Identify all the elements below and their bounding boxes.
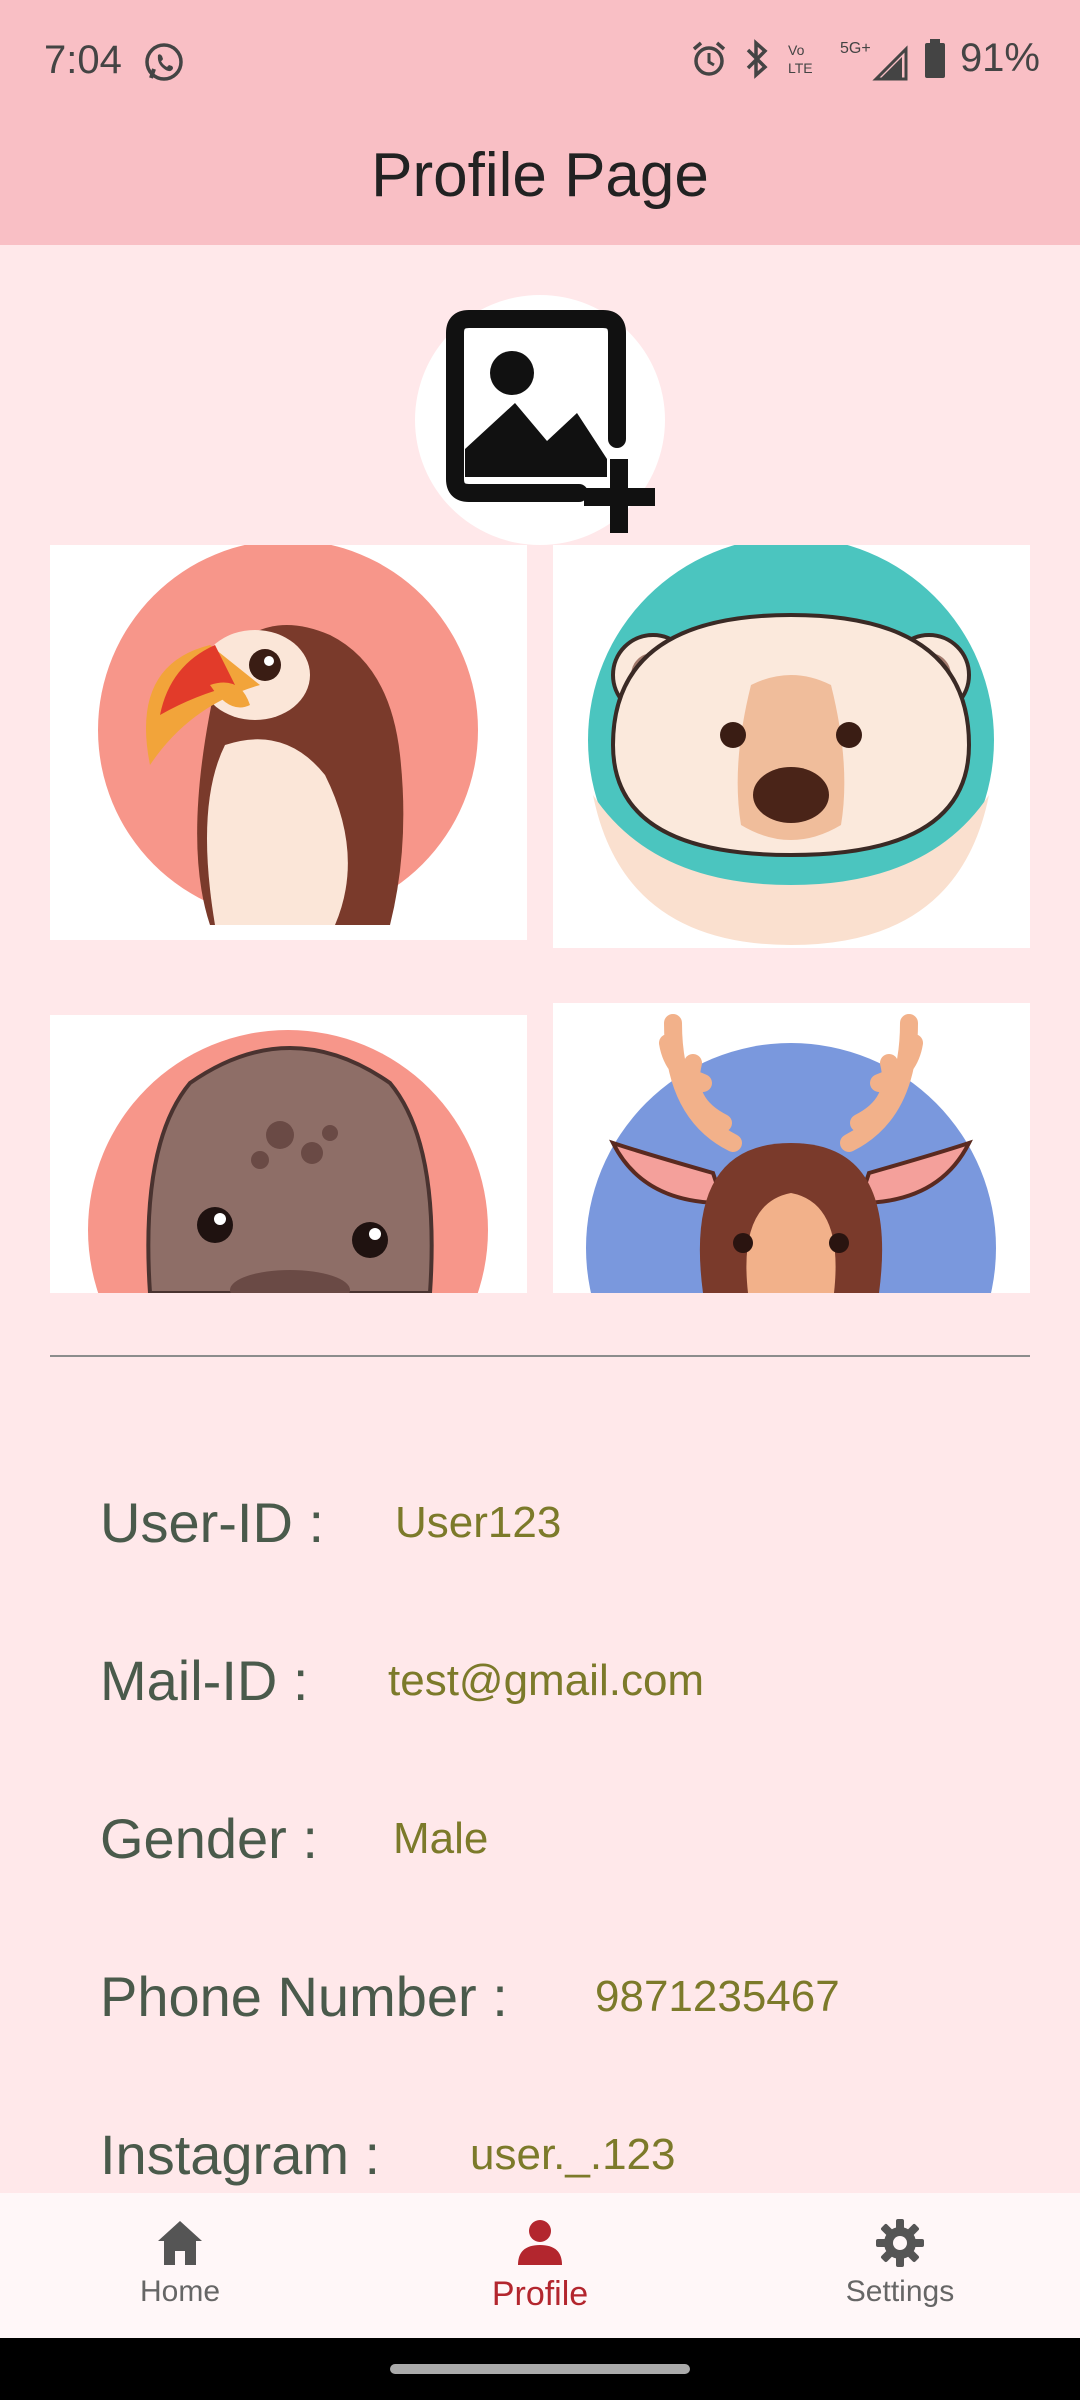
- avatar-option-deer[interactable]: [553, 1003, 1030, 1293]
- status-icons: Vo LTE 5G+ 91%: [690, 36, 1040, 81]
- phone-number-value: 9871235467: [595, 1972, 840, 2021]
- avatar-picker-button[interactable]: [415, 295, 665, 545]
- volte-icon: Vo LTE: [788, 42, 813, 76]
- whatsapp-icon: [145, 43, 183, 81]
- nav-home-label: Home: [139, 2275, 221, 2308]
- user-id-label: User-ID :: [100, 1491, 324, 1554]
- signal-5g-icon: 5G+: [840, 40, 908, 80]
- bluetooth-icon: [746, 38, 768, 79]
- polar-bear-image: [588, 545, 994, 945]
- home-icon: [158, 2221, 202, 2265]
- page-title: Profile Page: [371, 141, 709, 210]
- divider: [50, 1355, 1030, 1357]
- nav-settings-label: Settings: [845, 2275, 955, 2308]
- battery-icon: [924, 38, 945, 78]
- nav-profile-label: Profile: [491, 2275, 589, 2313]
- alarm-icon: [692, 41, 726, 76]
- nav-home[interactable]: Home: [80, 2193, 280, 2338]
- svg-text:5G+: 5G+: [840, 40, 871, 57]
- seal-image: [88, 1030, 488, 1293]
- puffin-image: [98, 545, 478, 925]
- gender-label: Gender :: [100, 1807, 318, 1870]
- nav-settings[interactable]: Settings: [800, 2193, 1000, 2338]
- avatar-option-puffin[interactable]: [50, 545, 527, 940]
- add-photo-icon: [446, 310, 655, 533]
- deer-image: [586, 1014, 996, 1293]
- battery-percent: 91%: [959, 36, 1040, 80]
- user-id-value: User123: [395, 1498, 562, 1547]
- gear-icon: [876, 2219, 924, 2267]
- app-bar: 7:04 Vo LTE 5G+ 91% Profile Page: [0, 0, 1080, 245]
- bottom-navigation: Home Profile Settings: [0, 2193, 1080, 2338]
- instagram-value: user._.123: [470, 2130, 676, 2179]
- mail-id-label: Mail-ID :: [100, 1649, 309, 1712]
- nav-profile[interactable]: Profile: [440, 2193, 640, 2338]
- avatar-option-seal[interactable]: [50, 1015, 527, 1293]
- status-time: 7:04: [44, 38, 122, 82]
- person-icon: [518, 2220, 562, 2265]
- gesture-handle[interactable]: [390, 2364, 690, 2374]
- mail-id-value: test@gmail.com: [388, 1656, 705, 1705]
- svg-text:Vo: Vo: [788, 42, 805, 58]
- gender-value: Male: [393, 1814, 489, 1863]
- phone-number-label: Phone Number :: [100, 1965, 508, 2028]
- avatar-option-polar-bear[interactable]: [553, 545, 1030, 948]
- status-bar: 7:04 Vo LTE 5G+ 91%: [0, 0, 1080, 125]
- svg-text:LTE: LTE: [788, 60, 813, 76]
- instagram-label: Instagram :: [100, 2123, 381, 2186]
